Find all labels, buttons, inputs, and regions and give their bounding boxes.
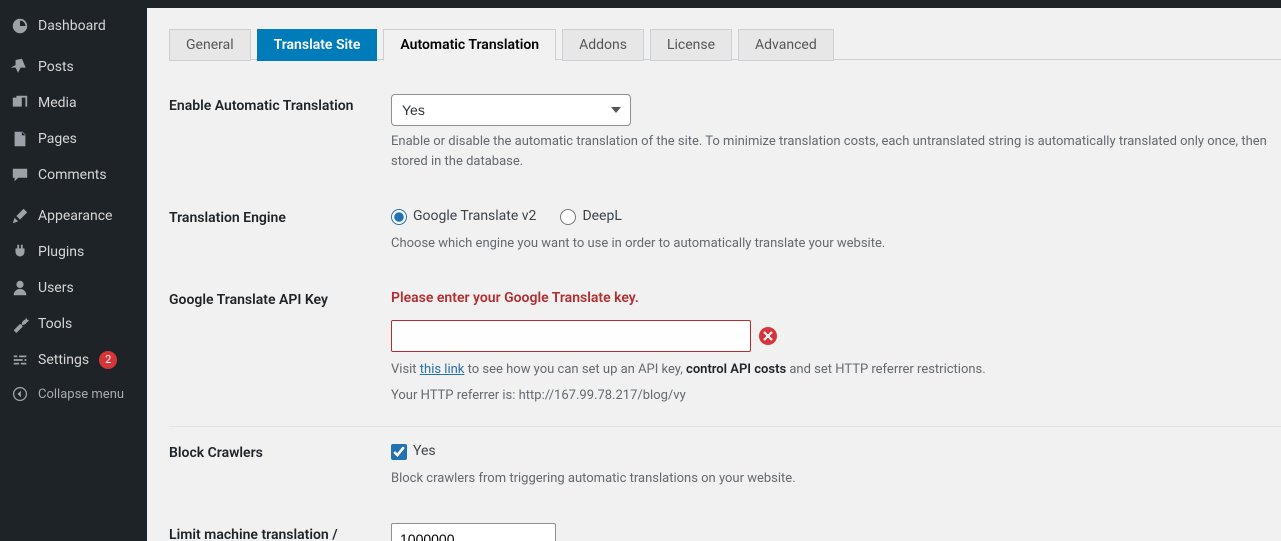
sidebar-item-label: Settings — [38, 352, 89, 368]
radio-google-label: Google Translate v2 — [413, 206, 536, 228]
engine-desc: Choose which engine you want to use in o… — [391, 234, 1281, 254]
tab-translate-site[interactable]: Translate Site — [257, 29, 378, 61]
plug-icon — [10, 242, 30, 262]
comment-icon — [10, 165, 30, 185]
tab-general[interactable]: General — [169, 29, 251, 61]
radio-deepl-label: DeepL — [582, 206, 621, 228]
sidebar-item-comments[interactable]: Comments — [0, 157, 147, 193]
sidebar-item-label: Pages — [38, 131, 77, 147]
error-icon — [759, 327, 777, 345]
row-translation-engine: Translation Engine Google Translate v2 D… — [169, 192, 1281, 274]
enable-select-wrap: Yes — [391, 94, 631, 126]
admin-topbar — [0, 0, 1281, 8]
api-label: Google Translate API Key — [169, 288, 391, 310]
sliders-icon — [10, 350, 30, 370]
block-label: Block Crawlers — [169, 441, 391, 463]
block-checkbox-row[interactable]: Yes — [391, 441, 1281, 463]
user-icon — [10, 278, 30, 298]
api-referrer: Your HTTP referrer is: http://167.99.78.… — [391, 386, 1281, 406]
radio-google-input[interactable] — [391, 209, 407, 225]
enable-select[interactable]: Yes — [391, 94, 631, 126]
block-desc: Block crawlers from triggering automatic… — [391, 469, 1281, 489]
wrench-icon — [10, 314, 30, 334]
sidebar-item-label: Media — [38, 95, 77, 111]
block-checkbox[interactable] — [391, 444, 407, 460]
tab-advanced[interactable]: Advanced — [738, 29, 834, 61]
limit-label: Limit machine translation / characters p… — [169, 523, 391, 541]
enable-label: Enable Automatic Translation — [169, 94, 391, 116]
sidebar-item-label: Posts — [38, 59, 74, 75]
api-help: Visit this link to see how you can set u… — [391, 360, 1281, 380]
sidebar-item-users[interactable]: Users — [0, 270, 147, 306]
settings-badge: 2 — [99, 351, 117, 369]
radio-deepl-input[interactable] — [560, 209, 576, 225]
sidebar-item-label: Tools — [38, 316, 72, 332]
dashboard-icon — [10, 16, 30, 36]
collapse-icon — [10, 386, 30, 402]
admin-sidebar: Dashboard Posts Media Pages Comments App… — [0, 8, 147, 541]
radio-google[interactable]: Google Translate v2 — [391, 206, 536, 228]
collapse-label: Collapse menu — [38, 387, 124, 402]
radio-deepl[interactable]: DeepL — [560, 206, 621, 228]
sidebar-item-label: Plugins — [38, 244, 84, 260]
sidebar-item-pages[interactable]: Pages — [0, 121, 147, 157]
collapse-menu[interactable]: Collapse menu — [0, 378, 147, 410]
api-error: Please enter your Google Translate key. — [391, 288, 1281, 310]
sidebar-item-label: Users — [38, 280, 74, 296]
settings-form: Enable Automatic Translation Yes Enable … — [169, 80, 1281, 541]
tab-addons[interactable]: Addons — [562, 29, 644, 61]
sidebar-item-label: Dashboard — [38, 18, 106, 34]
row-limit: Limit machine translation / characters p… — [169, 509, 1281, 541]
row-api-key: Google Translate API Key Please enter yo… — [169, 274, 1281, 427]
tab-automatic-translation[interactable]: Automatic Translation — [383, 29, 556, 61]
content-area: General Translate Site Automatic Transla… — [147, 8, 1281, 541]
sidebar-item-label: Appearance — [38, 208, 112, 224]
tab-nav: General Translate Site Automatic Transla… — [169, 28, 1281, 60]
row-enable-automatic-translation: Enable Automatic Translation Yes Enable … — [169, 80, 1281, 192]
media-icon — [10, 93, 30, 113]
sidebar-item-tools[interactable]: Tools — [0, 306, 147, 342]
sidebar-item-plugins[interactable]: Plugins — [0, 234, 147, 270]
sidebar-item-media[interactable]: Media — [0, 85, 147, 121]
page-icon — [10, 129, 30, 149]
limit-input[interactable] — [391, 523, 556, 541]
sidebar-item-settings[interactable]: Settings 2 — [0, 342, 147, 378]
tab-license[interactable]: License — [650, 29, 732, 61]
sidebar-item-dashboard[interactable]: Dashboard — [0, 8, 147, 44]
brush-icon — [10, 206, 30, 226]
row-block-crawlers: Block Crawlers Yes Block crawlers from t… — [169, 427, 1281, 509]
pin-icon — [10, 57, 30, 77]
enable-desc: Enable or disable the automatic translat… — [391, 132, 1281, 172]
api-key-input[interactable] — [391, 320, 751, 352]
sidebar-item-label: Comments — [38, 167, 107, 183]
engine-label: Translation Engine — [169, 206, 391, 228]
block-value: Yes — [413, 441, 436, 463]
api-help-link[interactable]: this link — [420, 362, 465, 377]
sidebar-item-appearance[interactable]: Appearance — [0, 198, 147, 234]
sidebar-item-posts[interactable]: Posts — [0, 49, 147, 85]
